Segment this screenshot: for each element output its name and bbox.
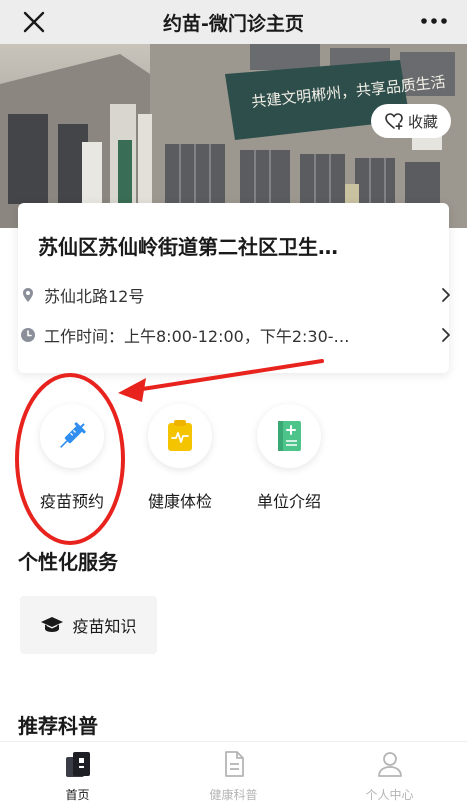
graduation-cap-icon: [41, 617, 64, 632]
medical-book-icon: [278, 421, 301, 451]
chevron-right-icon: [442, 288, 450, 302]
location-pin-icon: [23, 288, 33, 302]
person-icon: [377, 752, 402, 777]
hours-row[interactable]: 工作时间：上午8:00-12:00，下午2:30-…: [20, 322, 451, 348]
address-row[interactable]: 苏仙北路12号: [20, 282, 451, 308]
service-vaccine-knowledge[interactable]: 疫苗知识: [20, 596, 157, 654]
home-icon: [65, 752, 90, 777]
annotation-arrow-head: [118, 378, 146, 402]
chevron-right-icon: [442, 328, 450, 342]
document-icon: [224, 751, 244, 777]
tab-label: 健康科普: [209, 788, 258, 802]
quick-action-health-checkup[interactable]: 健康体检: [125, 404, 235, 512]
quick-action-label: 健康体检: [147, 492, 212, 511]
tab-health-science[interactable]: 健康科普: [156, 750, 311, 803]
quick-action-unit-intro[interactable]: 单位介绍: [234, 404, 344, 512]
favorite-label: 收藏: [407, 112, 438, 131]
service-label: 疫苗知识: [72, 617, 137, 636]
section-title-recommended: 推荐科普: [18, 714, 98, 738]
tab-label: 个人中心: [365, 788, 414, 802]
favorite-button[interactable]: 收藏: [371, 104, 451, 138]
more-icon[interactable]: [419, 9, 449, 33]
clock-icon: [21, 328, 35, 342]
syringe-icon: [60, 422, 86, 448]
clinic-banner-photo: 共建文明郴州，共享品质生活 收藏: [0, 44, 467, 228]
clinic-hours: 工作时间：上午8:00-12:00，下午2:30-…: [44, 327, 350, 346]
page-title: 约苗-微门诊主页: [163, 13, 304, 35]
quick-action-label: 单位介绍: [256, 492, 321, 511]
tab-label: 首页: [65, 788, 90, 802]
section-title-personalized-services: 个性化服务: [18, 550, 118, 574]
heart-plus-icon: [385, 113, 403, 130]
tab-home[interactable]: 首页: [0, 750, 155, 803]
unit-intro-icon-circle: [257, 404, 321, 468]
title-bar: 约苗-微门诊主页: [0, 0, 467, 44]
health-checkup-icon-circle: [148, 404, 212, 468]
clipboard-heartbeat-icon: [168, 420, 192, 451]
vaccine-appointment-icon-circle: [40, 404, 104, 468]
tab-personal-center[interactable]: 个人中心: [312, 750, 467, 803]
quick-action-label: 疫苗预约: [39, 492, 104, 511]
clinic-name: 苏仙区苏仙岭街道第二社区卫生…: [38, 235, 338, 259]
clinic-address: 苏仙北路12号: [44, 287, 145, 306]
bottom-tab-bar: 首页 健康科普 个人中心: [0, 741, 467, 807]
quick-action-vaccine-appointment[interactable]: 疫苗预约: [17, 404, 127, 512]
